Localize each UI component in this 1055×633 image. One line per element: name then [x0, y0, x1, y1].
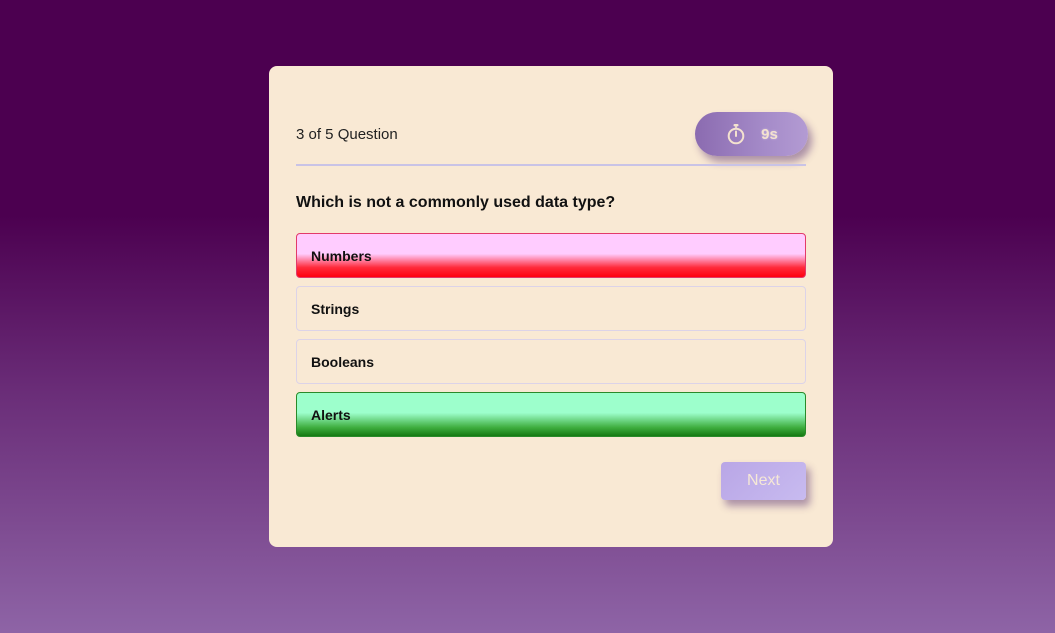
- quiz-card: 3 of 5 Question 9s Which is not a common…: [269, 66, 833, 547]
- question-text: Which is not a commonly used data type?: [296, 194, 616, 211]
- answer-option-label: Alerts: [311, 406, 351, 423]
- stopwatch-icon: [725, 123, 747, 145]
- answer-option-alerts[interactable]: Alerts: [296, 392, 806, 437]
- header-divider: [296, 164, 806, 166]
- answer-option-label: Numbers: [311, 247, 372, 264]
- answer-option-label: Strings: [311, 300, 360, 317]
- answer-option-label: Booleans: [311, 353, 375, 370]
- answer-option-booleans[interactable]: Booleans: [296, 339, 806, 384]
- answer-option-strings[interactable]: Strings: [296, 286, 806, 331]
- next-button[interactable]: Next: [721, 462, 806, 500]
- timer-value: 9s: [761, 125, 778, 143]
- timer-badge: 9s: [695, 112, 808, 156]
- question-counter: 3 of 5 Question: [296, 126, 398, 143]
- answer-option-numbers[interactable]: Numbers: [296, 233, 806, 278]
- quiz-header: 3 of 5 Question 9s: [296, 112, 808, 164]
- answer-options: Numbers Strings Booleans Alerts: [296, 233, 806, 445]
